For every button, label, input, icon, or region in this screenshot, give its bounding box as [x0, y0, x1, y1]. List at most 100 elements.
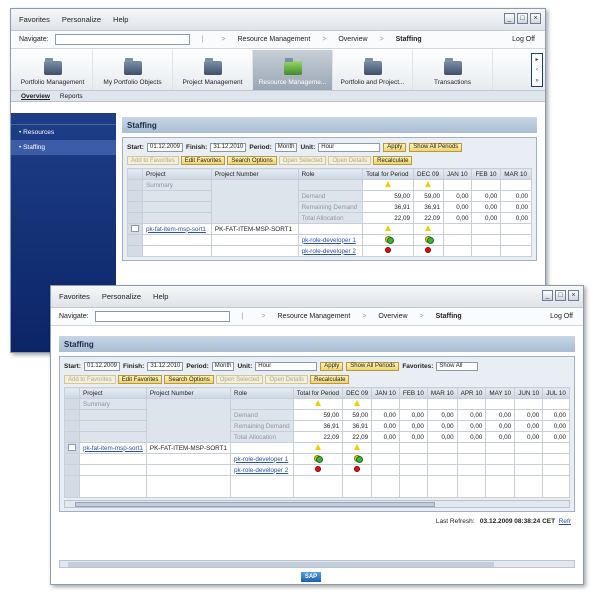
- role-link-developer-2[interactable]: pk-role-developer 2: [230, 464, 294, 476]
- tab-resource-management[interactable]: Resource Manageme...: [253, 50, 333, 90]
- navigation-bar: Navigate: | > Resource Management > Overv…: [11, 31, 545, 49]
- logoff-link[interactable]: Log Off: [550, 313, 573, 320]
- col-project[interactable]: Project: [79, 387, 147, 399]
- edit-favorites-button[interactable]: Edit Favorites: [117, 375, 163, 384]
- unit-select[interactable]: Hour: [318, 142, 381, 152]
- col-role[interactable]: Role: [230, 387, 294, 399]
- show-all-periods-button[interactable]: Show All Periods: [346, 361, 400, 371]
- col-total[interactable]: Total for Period: [362, 168, 414, 180]
- warning-icon: [425, 225, 432, 231]
- menu-personalize[interactable]: Personalize: [102, 292, 141, 301]
- col-month[interactable]: JAN 10: [371, 387, 400, 399]
- maximize-button[interactable]: □: [517, 13, 528, 24]
- crumb-resource-management[interactable]: Resource Management: [278, 313, 351, 320]
- page-horizontal-scrollbar[interactable]: [59, 560, 575, 568]
- menu-help[interactable]: Help: [113, 15, 128, 24]
- tab-transactions[interactable]: Transactions: [413, 50, 493, 90]
- open-selected-button[interactable]: Open Selected: [278, 156, 327, 165]
- col-month[interactable]: JAN 10: [442, 168, 473, 180]
- project-link[interactable]: pk-fat-item-msp-sort1: [142, 223, 212, 235]
- menu-personalize[interactable]: Personalize: [62, 15, 101, 24]
- col-month[interactable]: JUL 10: [542, 387, 570, 399]
- portal-window-front: Favorites Personalize Help _ □ × Navigat…: [50, 285, 584, 585]
- col-project[interactable]: Project: [142, 168, 212, 180]
- start-date-field[interactable]: 01.12.2009: [83, 361, 121, 371]
- start-date-field[interactable]: 01.12.2009: [146, 142, 184, 152]
- col-project-number[interactable]: Project Number: [210, 168, 299, 180]
- apply-button[interactable]: Apply: [320, 361, 344, 371]
- menu-help[interactable]: Help: [153, 292, 168, 301]
- refresh-link[interactable]: Refr: [559, 518, 571, 525]
- col-month[interactable]: DEC 09: [342, 387, 373, 399]
- row-select-checkbox[interactable]: [131, 224, 139, 232]
- tab-scroll-arrows[interactable]: ▸ ‹»: [531, 53, 543, 87]
- role-link-developer-1[interactable]: pk-role-developer 1: [297, 234, 364, 246]
- finish-date-field[interactable]: 31.12.2010: [147, 361, 184, 371]
- warning-icon: [314, 444, 321, 450]
- col-month[interactable]: APR 10: [456, 387, 487, 399]
- sub-navigation: Overview Reports: [11, 91, 545, 102]
- menu-favorites[interactable]: Favorites: [19, 15, 50, 24]
- crumb-resource-management[interactable]: Resource Management: [238, 36, 311, 43]
- sidebar-item-staffing[interactable]: • Staffing: [11, 140, 116, 155]
- open-details-button[interactable]: Open Details: [265, 375, 309, 384]
- col-month[interactable]: JUN 10: [514, 387, 544, 399]
- recalculate-button[interactable]: Recalculate: [373, 156, 413, 165]
- col-month[interactable]: DEC 09: [413, 168, 444, 180]
- open-selected-button[interactable]: Open Selected: [215, 375, 264, 384]
- tab-portfolio-management[interactable]: Portfolio Management: [13, 50, 93, 90]
- subnav-reports[interactable]: Reports: [60, 93, 83, 100]
- summary-label: Summary: [142, 179, 212, 191]
- finish-date-field[interactable]: 31.12.2010: [210, 142, 247, 152]
- role-link-developer-2[interactable]: pk-role-developer 2: [297, 245, 364, 257]
- period-select[interactable]: Month: [211, 361, 235, 371]
- search-options-button[interactable]: Search Options: [164, 375, 214, 384]
- grid-horizontal-scrollbar[interactable]: [64, 500, 570, 508]
- status-mixed-icon: [384, 236, 394, 244]
- col-month[interactable]: FEB 10: [471, 168, 502, 180]
- edit-favorites-button[interactable]: Edit Favorites: [180, 156, 226, 165]
- role-total-allocation: Total Allocation: [230, 431, 294, 443]
- menu-favorites[interactable]: Favorites: [59, 292, 90, 301]
- recalculate-button[interactable]: Recalculate: [310, 375, 350, 384]
- tab-portfolio-and-project[interactable]: Portfolio and Project...: [333, 50, 413, 90]
- add-to-favorites-button[interactable]: Add to Favorites: [127, 156, 179, 165]
- col-role[interactable]: Role: [297, 168, 364, 180]
- col-month[interactable]: MAY 10: [485, 387, 516, 399]
- close-button[interactable]: ×: [568, 290, 579, 301]
- row-select-checkbox[interactable]: [68, 443, 76, 451]
- navigate-input[interactable]: [94, 311, 230, 322]
- folder-icon: [283, 58, 302, 75]
- col-total[interactable]: Total for Period: [292, 387, 344, 399]
- minimize-button[interactable]: _: [504, 13, 515, 24]
- favorites-select[interactable]: Show All: [436, 361, 479, 371]
- logoff-link[interactable]: Log Off: [512, 36, 535, 43]
- apply-button[interactable]: Apply: [383, 142, 407, 152]
- project-link[interactable]: pk-fat-item-msp-sort1: [79, 442, 147, 454]
- tab-my-portfolio-objects[interactable]: My Portfolio Objects: [93, 50, 173, 90]
- unit-select[interactable]: Hour: [255, 361, 318, 371]
- navigate-input[interactable]: [54, 34, 190, 45]
- show-all-periods-button[interactable]: Show All Periods: [409, 142, 463, 152]
- maximize-button[interactable]: □: [555, 290, 566, 301]
- col-month[interactable]: MAR 10: [426, 387, 458, 399]
- project-number: PK-FAT-ITEM-MSP-SORT1: [145, 442, 232, 454]
- close-button[interactable]: ×: [530, 13, 541, 24]
- tab-project-management[interactable]: Project Management: [173, 50, 253, 90]
- col-month[interactable]: FEB 10: [398, 387, 428, 399]
- minimize-button[interactable]: _: [542, 290, 553, 301]
- role-remaining-demand: Remaining Demand: [230, 420, 294, 432]
- period-select[interactable]: Month: [274, 142, 298, 152]
- subnav-overview[interactable]: Overview: [21, 93, 50, 100]
- crumb-overview[interactable]: Overview: [338, 36, 367, 43]
- col-project-number[interactable]: Project Number: [145, 387, 232, 399]
- status-mixed-icon: [424, 236, 434, 244]
- sidebar-item-resources[interactable]: • Resources: [11, 125, 116, 140]
- folder-icon: [443, 58, 462, 75]
- add-to-favorites-button[interactable]: Add to Favorites: [64, 375, 116, 384]
- col-month[interactable]: MAR 10: [500, 168, 532, 180]
- crumb-overview[interactable]: Overview: [378, 313, 407, 320]
- role-link-developer-1[interactable]: pk-role-developer 1: [230, 453, 294, 465]
- open-details-button[interactable]: Open Details: [328, 156, 372, 165]
- search-options-button[interactable]: Search Options: [227, 156, 277, 165]
